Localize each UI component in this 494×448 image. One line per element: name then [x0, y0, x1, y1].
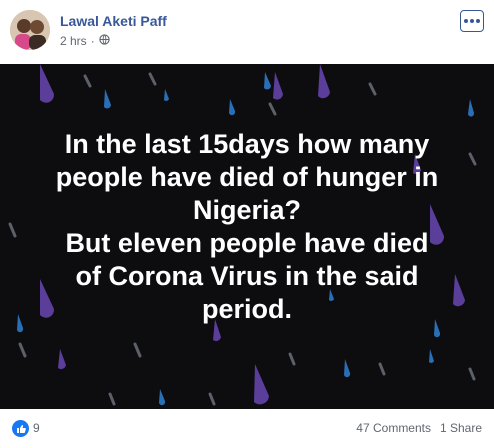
like-icon[interactable]: [12, 420, 29, 437]
post-text-line: period.: [201, 294, 292, 324]
shares-link[interactable]: 1 Share: [440, 421, 482, 435]
reaction-count[interactable]: 9: [33, 421, 40, 435]
post-footer: 9 47 Comments 1 Share: [0, 409, 494, 448]
globe-icon[interactable]: [99, 34, 110, 48]
comments-link[interactable]: 47 Comments: [356, 421, 431, 435]
post-text-line: Nigeria?: [192, 195, 302, 225]
post-text-line: In the last 15days how many: [64, 129, 430, 159]
dot-icon: [470, 19, 474, 23]
post-background[interactable]: In the last 15days how many people have …: [0, 64, 494, 409]
author-name[interactable]: Lawal Aketi Paff: [60, 13, 167, 29]
post-time[interactable]: 2 hrs: [60, 34, 87, 48]
more-options-button[interactable]: [460, 10, 484, 32]
post-text-line: people have died of hunger in: [55, 162, 439, 192]
post-meta: 2 hrs ·: [60, 34, 110, 48]
dot-icon: [464, 19, 468, 23]
dot-icon: [476, 19, 480, 23]
avatar[interactable]: [10, 10, 50, 50]
post-text-line: of Corona Virus in the said: [75, 261, 419, 291]
post-text-line: But eleven people have died: [65, 228, 429, 258]
meta-separator: ·: [90, 34, 95, 48]
post-text: In the last 15days how many people have …: [20, 128, 474, 326]
post-header: Lawal Aketi Paff 2 hrs ·: [0, 0, 494, 64]
